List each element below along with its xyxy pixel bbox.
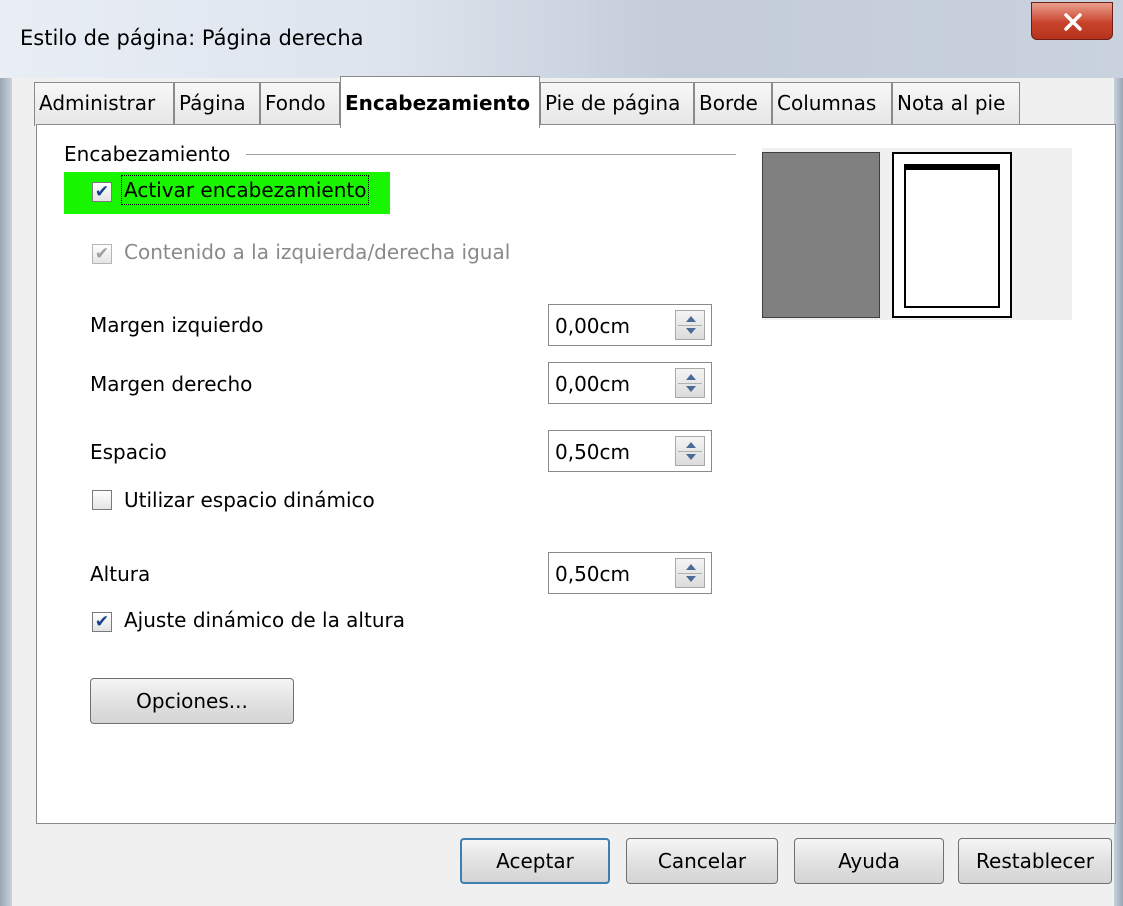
spin-up-icon[interactable]: [686, 316, 696, 322]
right-margin-field[interactable]: 0,00cm: [548, 362, 712, 404]
window-frame-left: [0, 78, 12, 906]
reset-button[interactable]: Restablecer: [958, 838, 1112, 884]
activate-header-label[interactable]: Activar encabezamiento: [120, 175, 370, 205]
right-margin-label: Margen derecho: [90, 372, 253, 396]
spin-down-icon[interactable]: [686, 454, 696, 460]
preview-header-bar: [904, 164, 1000, 170]
group-title: Encabezamiento: [64, 142, 231, 166]
spacing-label: Espacio: [90, 440, 167, 464]
tab-fondo[interactable]: Fondo: [260, 82, 340, 126]
group-divider: [246, 154, 736, 155]
spin-up-icon[interactable]: [686, 442, 696, 448]
left-margin-label: Margen izquierdo: [90, 313, 264, 337]
height-spinner[interactable]: [675, 558, 705, 588]
autofit-height-checkbox[interactable]: ✔: [92, 612, 112, 632]
preview-left-page: [762, 152, 880, 318]
dynamic-spacing-label[interactable]: Utilizar espacio dinámico: [124, 488, 375, 512]
autofit-height-label[interactable]: Ajuste dinámico de la altura: [124, 608, 405, 632]
tab-pie-de-pagina[interactable]: Pie de página: [540, 82, 694, 126]
spin-up-icon[interactable]: [686, 374, 696, 380]
spin-down-icon[interactable]: [686, 328, 696, 334]
right-margin-value: 0,00cm: [555, 372, 631, 396]
help-button[interactable]: Ayuda: [794, 838, 944, 884]
left-margin-value: 0,00cm: [555, 314, 631, 338]
spin-down-icon[interactable]: [686, 386, 696, 392]
activate-header-checkbox[interactable]: ✔: [92, 182, 112, 202]
title-bar: Estilo de página: Página derecha: [0, 0, 1123, 78]
right-margin-spinner[interactable]: [675, 368, 705, 398]
same-content-label: Contenido a la izquierda/derecha igual: [124, 240, 511, 264]
left-margin-field[interactable]: 0,00cm: [548, 304, 712, 346]
spin-down-icon[interactable]: [686, 576, 696, 582]
tab-columnas[interactable]: Columnas: [772, 82, 892, 126]
options-button[interactable]: Opciones...: [90, 678, 294, 724]
preview-content-area: [904, 164, 1000, 308]
same-content-checkbox: ✔: [92, 244, 112, 264]
tab-pagina[interactable]: Página: [174, 82, 260, 126]
close-button[interactable]: [1031, 2, 1113, 40]
spacing-value: 0,50cm: [555, 440, 631, 464]
spin-up-icon[interactable]: [686, 564, 696, 570]
tab-administrar[interactable]: Administrar: [34, 82, 174, 126]
spacing-spinner[interactable]: [675, 436, 705, 466]
height-label: Altura: [90, 562, 151, 586]
height-field[interactable]: 0,50cm: [548, 552, 712, 594]
tab-nota-al-pie[interactable]: Nota al pie: [892, 82, 1020, 126]
close-icon: [1064, 13, 1082, 31]
height-value: 0,50cm: [555, 562, 631, 586]
tab-encabezamiento[interactable]: Encabezamiento: [340, 76, 540, 128]
tab-borde[interactable]: Borde: [694, 82, 772, 126]
ok-button[interactable]: Aceptar: [460, 838, 610, 884]
dynamic-spacing-checkbox[interactable]: [92, 490, 112, 510]
window-title: Estilo de página: Página derecha: [20, 26, 364, 50]
left-margin-spinner[interactable]: [675, 310, 705, 340]
cancel-button[interactable]: Cancelar: [626, 838, 778, 884]
spacing-field[interactable]: 0,50cm: [548, 430, 712, 472]
